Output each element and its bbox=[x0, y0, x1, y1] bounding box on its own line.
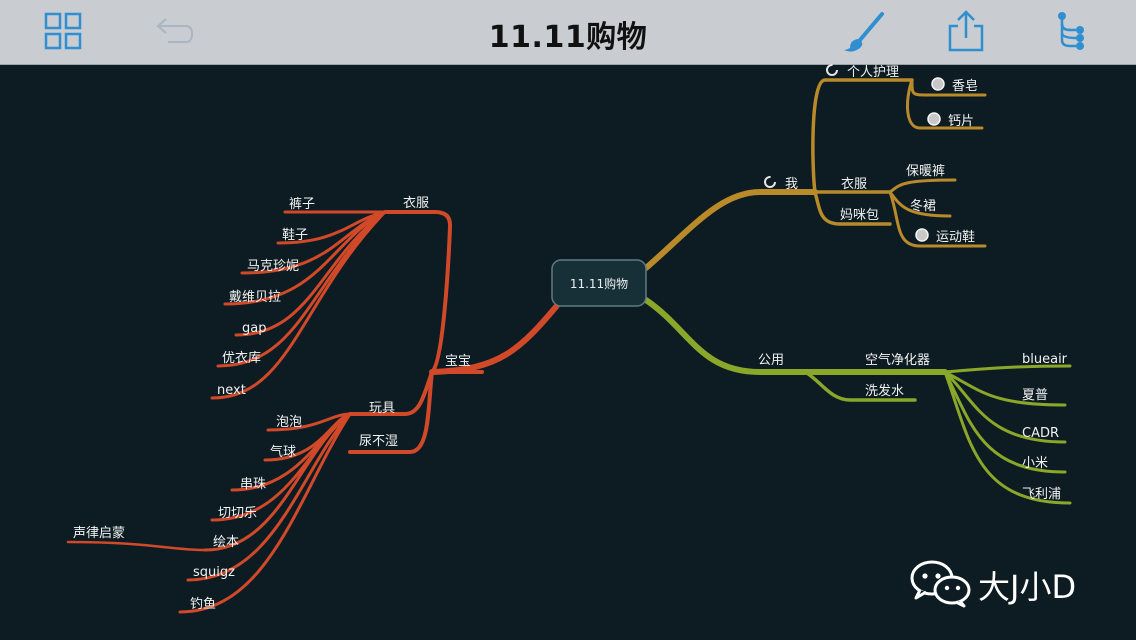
node-cadr[interactable]: CADR bbox=[1022, 426, 1059, 441]
node-calcium[interactable]: 钙片 bbox=[948, 114, 974, 129]
node-fishing[interactable]: 钓鱼 bbox=[190, 596, 216, 612]
node-shoes[interactable]: 鞋子 bbox=[282, 227, 308, 243]
node-baby[interactable]: 宝宝 bbox=[445, 354, 471, 369]
public-branch-lines bbox=[643, 297, 1072, 505]
node-thermal-pants[interactable]: 保暖裤 bbox=[906, 164, 945, 179]
node-winter-skirt[interactable]: 冬裙 bbox=[910, 198, 936, 214]
node-pants[interactable]: 裤子 bbox=[289, 197, 315, 212]
root-node-label: 11.11购物 bbox=[570, 276, 628, 291]
mindmap-canvas[interactable]: 11.11购物 我 个人护理 香皂 钙片 衣服 妈咪包 保暖裤 冬裙 运动鞋 公… bbox=[0, 64, 1136, 640]
loading-spinner-icon bbox=[764, 176, 776, 188]
wechat-icon bbox=[910, 560, 971, 608]
node-me[interactable]: 我 bbox=[785, 177, 798, 192]
checkbox-circle-icon[interactable] bbox=[927, 112, 941, 126]
watermark-text: 大J小D bbox=[978, 568, 1077, 606]
node-personal-care[interactable]: 个人护理 bbox=[847, 65, 899, 80]
brush-icon[interactable] bbox=[842, 10, 886, 54]
node-me-clothes[interactable]: 衣服 bbox=[841, 176, 867, 192]
node-sharp[interactable]: 夏普 bbox=[1022, 388, 1048, 403]
node-david-bella[interactable]: 戴维贝拉 bbox=[229, 290, 281, 305]
node-beads[interactable]: 串珠 bbox=[240, 477, 266, 492]
checkbox-circle-icon[interactable] bbox=[931, 77, 945, 91]
node-air-purifier[interactable]: 空气净化器 bbox=[865, 352, 930, 368]
node-uniqlo[interactable]: 优衣库 bbox=[222, 350, 261, 366]
tree-icon[interactable] bbox=[1054, 10, 1098, 54]
share-icon[interactable] bbox=[944, 10, 988, 54]
watermark: 大J小D bbox=[908, 556, 1128, 608]
node-cut-fun[interactable]: 切切乐 bbox=[218, 506, 257, 521]
node-baby-clothes[interactable]: 衣服 bbox=[403, 195, 429, 211]
node-squigz[interactable]: squigz bbox=[193, 565, 235, 580]
node-next[interactable]: next bbox=[217, 383, 246, 398]
node-bubbles[interactable]: 泡泡 bbox=[276, 415, 302, 430]
node-toys[interactable]: 玩具 bbox=[369, 401, 395, 416]
node-blueair[interactable]: blueair bbox=[1022, 352, 1068, 367]
node-balloon[interactable]: 气球 bbox=[270, 444, 296, 460]
node-rhythm[interactable]: 声律启蒙 bbox=[73, 526, 125, 541]
node-diaper-bag[interactable]: 妈咪包 bbox=[840, 208, 879, 223]
checkbox-circle-icon[interactable] bbox=[915, 228, 929, 242]
loading-spinner-icon bbox=[826, 64, 838, 76]
node-soap[interactable]: 香皂 bbox=[952, 79, 978, 94]
node-marc-janie[interactable]: 马克珍妮 bbox=[247, 259, 299, 274]
node-xiaomi[interactable]: 小米 bbox=[1022, 456, 1048, 471]
node-gap[interactable]: gap bbox=[242, 321, 266, 336]
node-shampoo[interactable]: 洗发水 bbox=[865, 383, 904, 399]
toolbar: 11.11购物 bbox=[0, 0, 1136, 65]
node-picture-book[interactable]: 绘本 bbox=[213, 535, 239, 550]
baby-branch-lines bbox=[66, 210, 563, 614]
node-diapers[interactable]: 尿不湿 bbox=[359, 434, 398, 449]
node-philips[interactable]: 飞利浦 bbox=[1022, 487, 1061, 502]
node-public[interactable]: 公用 bbox=[758, 353, 784, 368]
node-sneakers[interactable]: 运动鞋 bbox=[936, 229, 975, 245]
